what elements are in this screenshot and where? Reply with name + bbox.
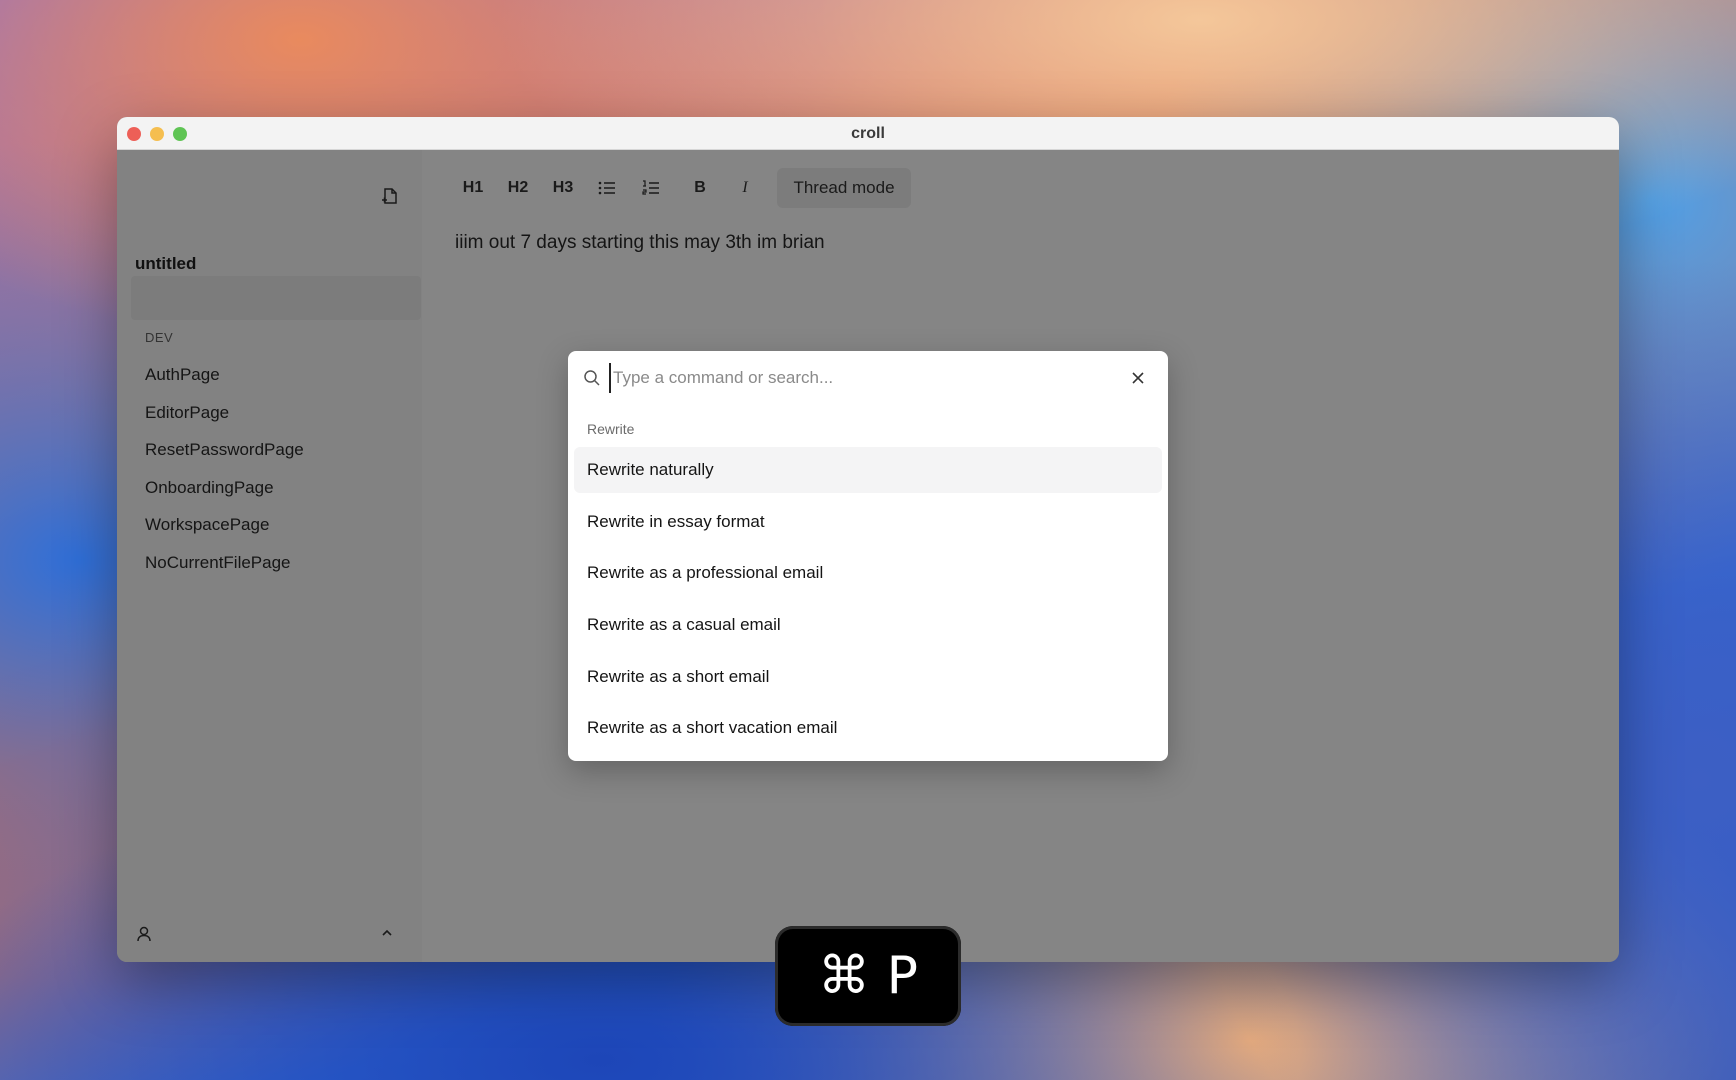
- sidebar-item-onboardingpage[interactable]: OnboardingPage: [145, 478, 274, 498]
- sidebar-item-editorpage[interactable]: EditorPage: [145, 403, 229, 423]
- command-search-input[interactable]: [609, 363, 1109, 393]
- bold-button[interactable]: B: [685, 170, 715, 206]
- command-rewrite-short-email[interactable]: Rewrite as a short email: [574, 654, 1162, 700]
- editor-content[interactable]: iiim out 7 days starting this may 3th im…: [455, 232, 825, 254]
- command-rewrite-casual-email[interactable]: Rewrite as a casual email: [574, 602, 1162, 648]
- close-icon[interactable]: [1131, 371, 1145, 385]
- numbered-list-icon[interactable]: [641, 179, 661, 197]
- sidebar-group-title: DEV: [145, 330, 174, 345]
- command-rewrite-essay[interactable]: Rewrite in essay format: [574, 499, 1162, 545]
- heading-2-button[interactable]: H2: [500, 170, 536, 206]
- search-icon: [584, 370, 600, 386]
- command-rewrite-short-vacation-email[interactable]: Rewrite as a short vacation email: [574, 705, 1162, 751]
- command-rewrite-naturally[interactable]: Rewrite naturally: [574, 447, 1162, 493]
- command-group-label: Rewrite: [587, 421, 635, 437]
- title-bar[interactable]: croll: [117, 117, 1619, 150]
- current-file-label[interactable]: untitled: [135, 254, 196, 274]
- new-file-icon[interactable]: [380, 186, 400, 206]
- thread-mode-button[interactable]: Thread mode: [777, 168, 911, 208]
- sidebar-item-authpage[interactable]: AuthPage: [145, 365, 220, 385]
- command-rewrite-professional-email[interactable]: Rewrite as a professional email: [574, 550, 1162, 596]
- bullet-list-icon[interactable]: [597, 179, 617, 197]
- sidebar-item-workspacepage[interactable]: WorkspacePage: [145, 515, 269, 535]
- italic-button[interactable]: I: [730, 170, 760, 206]
- chevron-up-icon[interactable]: [380, 928, 394, 938]
- sidebar-item-resetpasswordpage[interactable]: ResetPasswordPage: [145, 440, 304, 460]
- heading-3-button[interactable]: H3: [545, 170, 581, 206]
- command-palette: Rewrite Rewrite naturally Rewrite in ess…: [568, 351, 1168, 761]
- keyboard-shortcut-overlay: ⌘ P: [775, 926, 961, 1026]
- sidebar-item-nocurrentfilepage[interactable]: NoCurrentFilePage: [145, 553, 291, 573]
- user-icon[interactable]: [135, 925, 153, 943]
- heading-1-button[interactable]: H1: [455, 170, 491, 206]
- current-file-row[interactable]: [131, 276, 421, 320]
- window-title: croll: [851, 125, 885, 142]
